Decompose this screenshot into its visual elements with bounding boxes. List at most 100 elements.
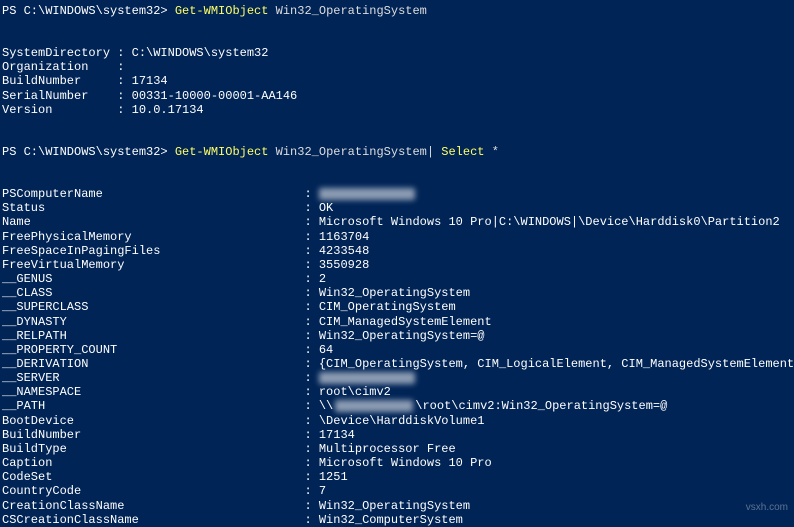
separator: : — [304, 414, 318, 428]
property-value: 10.0.17134 — [132, 103, 204, 117]
blank-line — [2, 117, 794, 145]
property-value: Win32_OperatingSystem — [319, 286, 470, 300]
separator: : — [304, 300, 318, 314]
output-row: __DYNASTY : CIM_ManagedSystemElement — [2, 315, 794, 329]
output-row: SystemDirectory : C:\WINDOWS\system32 — [2, 46, 794, 60]
separator: : — [117, 103, 131, 117]
separator: : — [304, 456, 318, 470]
property-value: 1163704 — [319, 230, 369, 244]
prompt-prefix: PS C:\WINDOWS\system32> — [2, 4, 175, 18]
output-row: Caption : Microsoft Windows 10 Pro — [2, 456, 794, 470]
output-row: Status : OK — [2, 201, 794, 215]
property-value: \Device\HarddiskVolume1 — [319, 414, 485, 428]
cmdlet-token: Get-WMIObject — [175, 145, 269, 159]
property-key: Name — [2, 215, 304, 229]
property-value: \\\root\cimv2:Win32_OperatingSystem=@ — [319, 399, 667, 413]
separator: : — [304, 230, 318, 244]
property-key: __PATH — [2, 399, 304, 413]
property-key: __NAMESPACE — [2, 385, 304, 399]
output-row: __GENUS : 2 — [2, 272, 794, 286]
blank-line — [2, 159, 794, 187]
property-value: Win32_OperatingSystem=@ — [319, 329, 485, 343]
property-key: __RELPATH — [2, 329, 304, 343]
property-key: SerialNumber — [2, 89, 117, 103]
output-row: SerialNumber : 00331-10000-00001-AA146 — [2, 89, 794, 103]
separator: : — [304, 187, 318, 201]
argument-token: * — [485, 145, 499, 159]
separator: : — [304, 357, 318, 371]
output-row: PSComputerName : — [2, 187, 794, 201]
output-row: __DERIVATION : {CIM_OperatingSystem, CIM… — [2, 357, 794, 371]
property-key: PSComputerName — [2, 187, 304, 201]
separator: : — [117, 46, 131, 60]
output-row: __CLASS : Win32_OperatingSystem — [2, 286, 794, 300]
property-key: Version — [2, 103, 117, 117]
separator: : — [304, 244, 318, 258]
property-value: root\cimv2 — [319, 385, 391, 399]
separator: : — [304, 343, 318, 357]
separator: : — [304, 329, 318, 343]
output-row: Name : Microsoft Windows 10 Pro|C:\WINDO… — [2, 215, 794, 229]
output-row: CreationClassName : Win32_OperatingSyste… — [2, 499, 794, 513]
property-value: 17134 — [132, 74, 168, 88]
blank-line — [2, 18, 794, 46]
argument-token: Win32_OperatingSystem| — [268, 145, 441, 159]
output-row: FreeVirtualMemory : 3550928 — [2, 258, 794, 272]
property-key: Organization — [2, 60, 117, 74]
output-row: BuildNumber : 17134 — [2, 74, 794, 88]
separator: : — [304, 201, 318, 215]
output-row: CSCreationClassName : Win32_ComputerSyst… — [2, 513, 794, 527]
property-value: CIM_ManagedSystemElement — [319, 315, 492, 329]
output-row: __SUPERCLASS : CIM_OperatingSystem — [2, 300, 794, 314]
property-value: 3550928 — [319, 258, 369, 272]
argument-token: Win32_OperatingSystem — [268, 4, 426, 18]
redacted-value — [319, 372, 415, 384]
prompt-line-2[interactable]: PS C:\WINDOWS\system32> Get-WMIObject Wi… — [2, 145, 794, 159]
property-key: FreeSpaceInPagingFiles — [2, 244, 304, 258]
output-row: __PATH : \\\root\cimv2:Win32_OperatingSy… — [2, 399, 794, 413]
separator: : — [304, 470, 318, 484]
output-row: __RELPATH : Win32_OperatingSystem=@ — [2, 329, 794, 343]
prompt-line-1[interactable]: PS C:\WINDOWS\system32> Get-WMIObject Wi… — [2, 4, 794, 18]
output-row: BuildNumber : 17134 — [2, 428, 794, 442]
property-value: Multiprocessor Free — [319, 442, 456, 456]
separator: : — [117, 60, 131, 74]
separator: : — [304, 315, 318, 329]
property-value: Microsoft Windows 10 Pro|C:\WINDOWS|\Dev… — [319, 215, 780, 229]
separator: : — [304, 484, 318, 498]
output-row: __SERVER : — [2, 371, 794, 385]
separator: : — [304, 428, 318, 442]
property-value: Win32_OperatingSystem — [319, 499, 470, 513]
cmdlet-token: Get-WMIObject — [175, 4, 269, 18]
property-key: BuildType — [2, 442, 304, 456]
redacted-value — [319, 188, 415, 200]
separator: : — [304, 442, 318, 456]
property-key: __CLASS — [2, 286, 304, 300]
property-key: BuildNumber — [2, 74, 117, 88]
property-key: Caption — [2, 456, 304, 470]
output-row: __NAMESPACE : root\cimv2 — [2, 385, 794, 399]
property-value — [319, 187, 415, 201]
property-key: Status — [2, 201, 304, 215]
separator: : — [304, 371, 318, 385]
output-row: BuildType : Multiprocessor Free — [2, 442, 794, 456]
property-value: 2 — [319, 272, 326, 286]
property-key: CSCreationClassName — [2, 513, 304, 527]
property-value: 1251 — [319, 470, 348, 484]
property-value: OK — [319, 201, 333, 215]
property-key: CodeSet — [2, 470, 304, 484]
property-key: SystemDirectory — [2, 46, 117, 60]
property-value: {CIM_OperatingSystem, CIM_LogicalElement… — [319, 357, 794, 371]
property-key: __DYNASTY — [2, 315, 304, 329]
separator: : — [304, 385, 318, 399]
property-key: BuildNumber — [2, 428, 304, 442]
separator: : — [304, 258, 318, 272]
separator: : — [117, 89, 131, 103]
property-key: __PROPERTY_COUNT — [2, 343, 304, 357]
property-key: __GENUS — [2, 272, 304, 286]
watermark: vsxh.com — [746, 502, 788, 514]
property-value — [319, 371, 415, 385]
property-key: CreationClassName — [2, 499, 304, 513]
output-row: FreeSpaceInPagingFiles : 4233548 — [2, 244, 794, 258]
property-value: C:\WINDOWS\system32 — [132, 46, 269, 60]
